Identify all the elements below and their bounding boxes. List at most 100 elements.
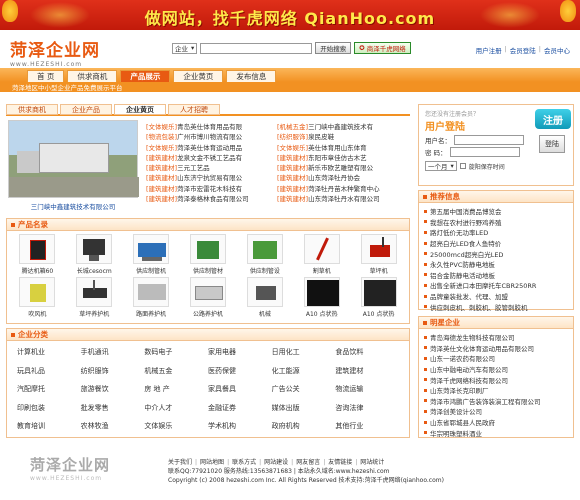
nav-yellow-pages[interactable]: 企业黄页 — [173, 70, 224, 82]
category-link[interactable]: 纺织服饰 — [81, 366, 145, 376]
company-link[interactable]: [文体娱乐]青岛英仕体育用品有限 — [146, 121, 277, 131]
login-button[interactable]: 登陆 — [539, 135, 565, 153]
product-item[interactable]: 供应制管设 — [236, 234, 293, 275]
login-link[interactable]: 会员登陆 — [510, 45, 536, 55]
list-item[interactable]: 青岛海德龙生物科技有限公司 — [424, 332, 573, 343]
product-item[interactable]: A10 点状热 — [350, 277, 407, 318]
list-item[interactable]: 菏泽创美设计公司 — [424, 406, 573, 417]
nav-publish[interactable]: 发布信息 — [226, 70, 277, 82]
company-link[interactable]: [物流包装]广州市博川物流有限公 — [146, 131, 277, 141]
list-item[interactable]: 超亮白光LED食人鱼特价 — [424, 238, 573, 249]
product-item[interactable]: A10 点状热 — [293, 277, 350, 318]
featured-company[interactable]: 三门峡中鑫建筑技术有限公司 — [8, 120, 139, 211]
company-link[interactable]: [建筑建材]菏泽市宏雷花木科技有 — [146, 183, 277, 193]
footer-link-contact[interactable]: 联系方式 — [232, 458, 256, 467]
category-link[interactable]: 计算机业 — [17, 347, 81, 357]
list-item[interactable]: 永久性PVC防静电地板 — [424, 259, 573, 270]
list-item[interactable]: 品牌童装批发、代理、加盟 — [424, 291, 573, 302]
register-link[interactable]: 用户注册 — [476, 45, 502, 55]
footer-link-webbuild[interactable]: 网站建设 — [264, 458, 288, 467]
category-link[interactable]: 物流运输 — [335, 384, 399, 394]
category-link[interactable]: 建筑建材 — [335, 366, 399, 376]
list-item[interactable]: 路灯低价无功率LED — [424, 227, 573, 238]
footer-link-sitemap[interactable]: 网站地图 — [200, 458, 224, 467]
company-link[interactable]: [建筑建材]三元工艺品 — [146, 162, 277, 172]
category-link[interactable]: 文体娱乐 — [144, 421, 208, 431]
company-link[interactable]: [建筑建材]山东菏泽牡丹协会 — [277, 172, 408, 182]
category-link[interactable]: 其他行业 — [335, 421, 399, 431]
list-item[interactable]: 山东菏泽长克印刷厂 — [424, 385, 573, 396]
category-link[interactable]: 农林牧渔 — [81, 421, 145, 431]
username-input[interactable] — [454, 135, 524, 145]
product-item[interactable]: 割草机 — [293, 234, 350, 275]
category-link[interactable]: 政府机构 — [272, 421, 336, 431]
expiry-select[interactable]: 一个月 ▾ — [425, 161, 457, 171]
category-link[interactable]: 玩具礼品 — [17, 366, 81, 376]
company-link[interactable]: [建筑建材]新乐市欧艺雕塑有限公 — [277, 162, 408, 172]
qianhoo-button[interactable]: ✪ 商泽千虎网络 — [354, 42, 411, 54]
list-item[interactable]: 菏泽市鸿鹏广告装饰装演工程有限公司 — [424, 396, 573, 407]
category-link[interactable]: 日用化工 — [272, 347, 336, 357]
product-item[interactable]: 供应制管材 — [180, 234, 237, 275]
category-link[interactable]: 旅游餐饮 — [81, 384, 145, 394]
tab-jobs[interactable]: 人才招聘 — [168, 104, 220, 115]
footer-link-friends[interactable]: 友情链接 — [328, 458, 352, 467]
tab-products[interactable]: 企业产品 — [60, 104, 112, 115]
company-link[interactable]: [建筑建材]菏泽牡丹苗木种繁育中心 — [277, 183, 408, 193]
product-item[interactable]: 草坪养护机 — [66, 277, 123, 318]
search-button[interactable]: 开始搜索 — [315, 42, 352, 54]
category-link[interactable]: 化工能源 — [272, 366, 336, 376]
category-link[interactable]: 学术机构 — [208, 421, 272, 431]
list-item[interactable]: 第五届中国消费品博览会 — [424, 206, 573, 217]
footer-link-stats[interactable]: 网站统计 — [360, 458, 384, 467]
list-item[interactable]: 菏泽英仕文化体育运动用品有限公司 — [424, 343, 573, 354]
list-item[interactable]: 山东省郓城县人民政府 — [424, 417, 573, 428]
list-item[interactable]: 出售全新进口本田摩托车CBR250RR — [424, 280, 573, 291]
category-link[interactable]: 广告公关 — [272, 384, 336, 394]
product-item[interactable]: 公路养护机 — [180, 277, 237, 318]
member-center-link[interactable]: 会员中心 — [544, 45, 570, 55]
company-link[interactable]: [机械五金]三门峡中鑫建筑技术有 — [277, 121, 408, 131]
list-item[interactable]: 铝合金防静电活动地板 — [424, 270, 573, 281]
product-item[interactable]: 供应制管机 — [123, 234, 180, 275]
product-item[interactable]: 机械 — [236, 277, 293, 318]
company-link[interactable]: [文体娱乐]菏泽英仕体育运动用品 — [146, 142, 277, 152]
list-item[interactable]: 我想在农村进行野鸡养殖 — [424, 217, 573, 228]
company-link[interactable]: [建筑建材]东阳市章佳仿古木艺 — [277, 152, 408, 162]
nav-home[interactable]: 首 页 — [27, 70, 65, 82]
category-link[interactable]: 医药保健 — [208, 366, 272, 376]
product-item[interactable]: 腾达机箱60 — [9, 234, 66, 275]
category-link[interactable]: 机械五金 — [144, 366, 208, 376]
tab-supply[interactable]: 供求商机 — [6, 104, 58, 115]
remember-checkbox[interactable] — [459, 163, 466, 169]
featured-caption[interactable]: 三门峡中鑫建筑技术有限公司 — [8, 201, 138, 211]
product-item[interactable]: 草坪机 — [350, 234, 407, 275]
category-link[interactable]: 手机通讯 — [81, 347, 145, 357]
list-item[interactable]: 山东一诺农药有限公司 — [424, 353, 573, 364]
company-link[interactable]: [建筑建材]龙泉文金不锈工艺品有 — [146, 152, 277, 162]
category-link[interactable]: 印刷包装 — [17, 403, 81, 413]
nav-products[interactable]: 产品展示 — [120, 70, 171, 82]
category-link[interactable]: 家具餐具 — [208, 384, 272, 394]
search-input[interactable] — [200, 42, 313, 54]
nav-supply[interactable]: 供求商机 — [67, 70, 118, 82]
list-item[interactable]: 25000mcd超亮白光LED — [424, 248, 573, 259]
password-input[interactable] — [449, 147, 520, 157]
category-link[interactable]: 咨询法律 — [335, 403, 399, 413]
company-link[interactable]: [纺织服饰]泉民皮鞋 — [277, 131, 408, 141]
category-link[interactable]: 金融证券 — [208, 403, 272, 413]
category-link[interactable]: 数码电子 — [144, 347, 208, 357]
register-button[interactable]: 注册 — [535, 109, 571, 129]
company-link[interactable]: [建筑建材]山东济宁抗贸易有限公 — [146, 172, 277, 182]
product-item[interactable]: 长城cesocm — [66, 234, 123, 275]
category-link[interactable]: 教育培训 — [17, 421, 81, 431]
site-logo[interactable]: 菏泽企业网 www.HEZESHI.com — [10, 36, 100, 68]
category-link[interactable]: 批发零售 — [81, 403, 145, 413]
footer-link-about[interactable]: 关于我们 — [168, 458, 192, 467]
list-item[interactable]: 华宗明珠塑料酒业 — [424, 427, 573, 438]
category-link[interactable]: 汽配摩托 — [17, 384, 81, 394]
category-link[interactable]: 家用电器 — [208, 347, 272, 357]
company-link[interactable]: [建筑建材]菏泽泰格林食品有限公司 — [146, 193, 277, 203]
top-banner[interactable]: 做网站，找千虎网络 QianHoo.com — [0, 0, 580, 30]
list-item[interactable]: 供应刺皮机、刺胶机、胶管刺胶机 — [424, 301, 573, 312]
